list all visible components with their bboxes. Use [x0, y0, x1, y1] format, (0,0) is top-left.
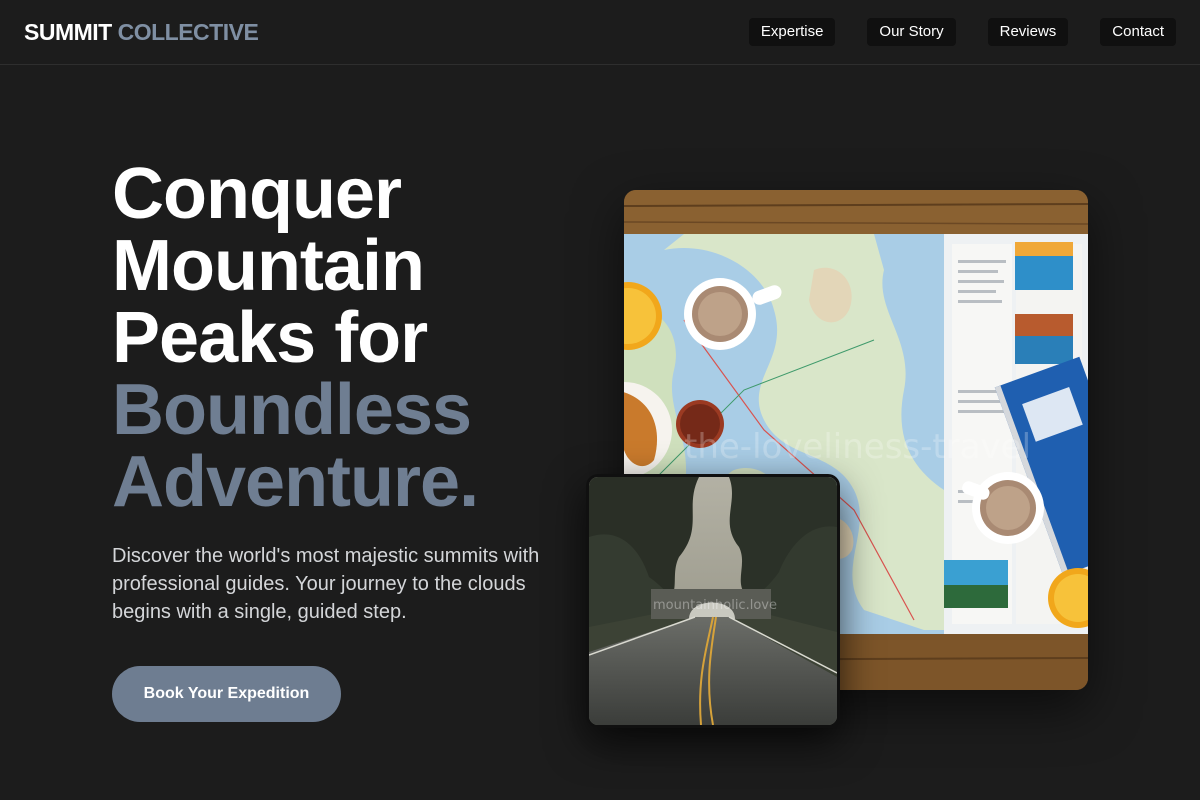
nav-contact[interactable]: Contact	[1100, 18, 1176, 46]
main-image-watermark: the-loveliness-travel	[684, 427, 1031, 467]
hero-title-line: Conquer	[112, 154, 402, 234]
main-nav: Expertise Our Story Reviews Contact	[748, 18, 1176, 46]
forest-road-illustration: mountainholic.love	[589, 477, 837, 725]
nav-our-story[interactable]: Our Story	[867, 18, 956, 46]
site-header: SUMMIT COLLECTIVE Expertise Our Story Re…	[0, 0, 1200, 65]
nav-expertise[interactable]: Expertise	[748, 18, 836, 46]
hero-title-accent-line: Adventure.	[112, 442, 479, 522]
hero-title-line: Peaks for	[112, 298, 428, 378]
nav-reviews[interactable]: Reviews	[987, 18, 1069, 46]
logo-primary: SUMMIT	[24, 19, 112, 45]
secondary-image-watermark: mountainholic.love	[653, 598, 777, 613]
hero-title-accent-line: Boundless	[112, 370, 472, 450]
logo-secondary: COLLECTIVE	[117, 19, 259, 45]
hero-title: Conquer Mountain Peaks for Boundless Adv…	[112, 158, 592, 518]
forest-road-photo: mountainholic.love	[586, 474, 840, 728]
logo[interactable]: SUMMIT COLLECTIVE	[24, 17, 259, 47]
hero-subtitle: Discover the world's most majestic summi…	[112, 545, 540, 623]
book-expedition-button[interactable]: Book Your Expedition	[112, 666, 341, 722]
hero-title-line: Mountain	[112, 226, 425, 306]
